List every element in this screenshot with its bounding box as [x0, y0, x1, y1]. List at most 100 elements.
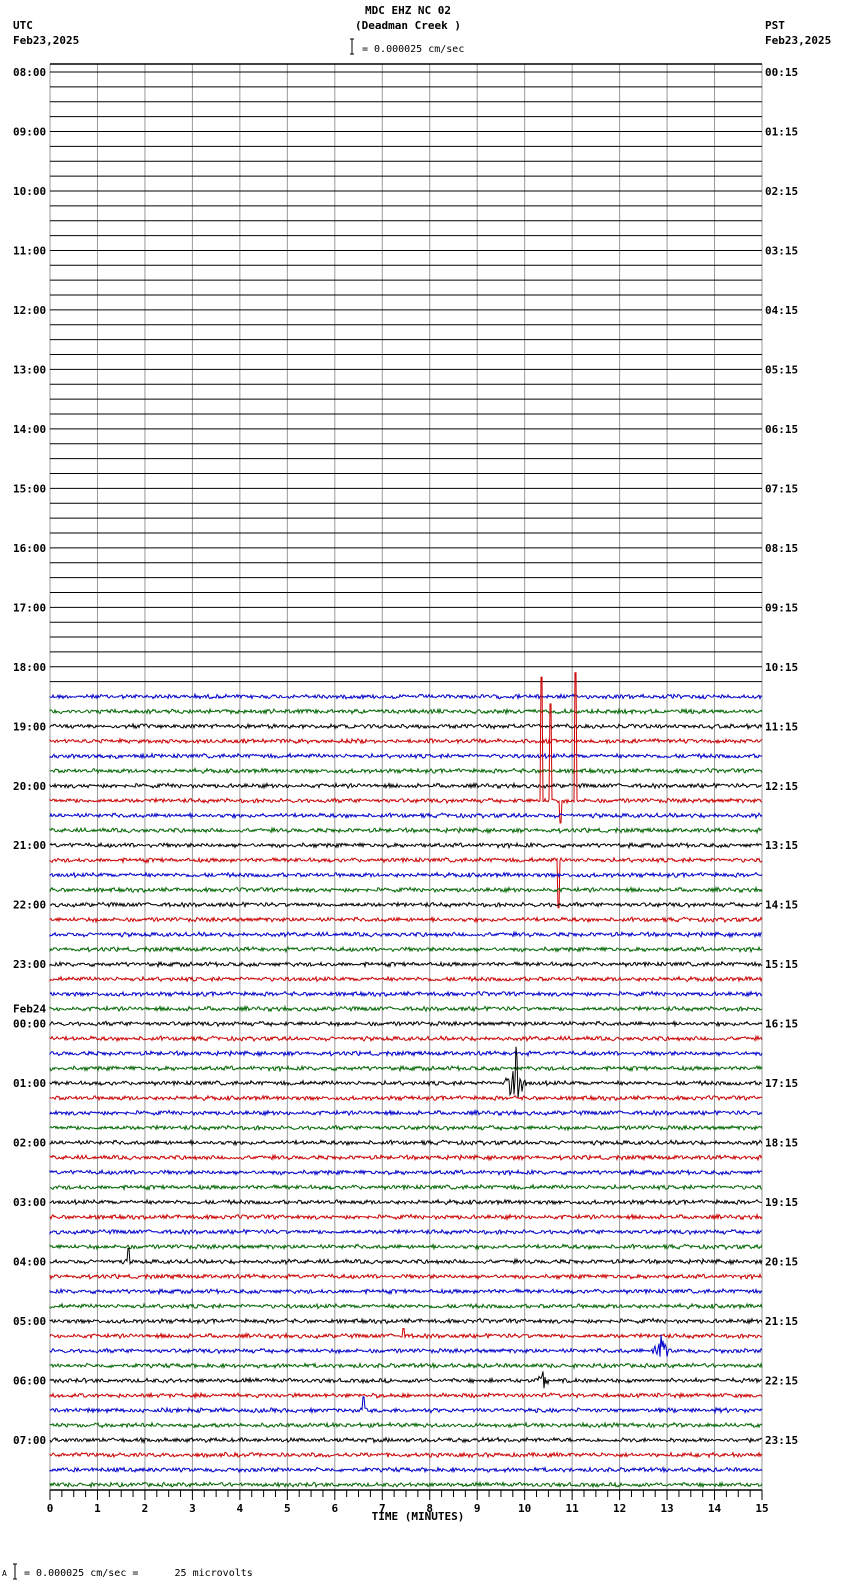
seismic-trace — [49, 781, 763, 790]
time-grid — [49, 63, 763, 1493]
x-tick-label: 13 — [660, 1502, 673, 1515]
pst-hour-label: 09:15 — [765, 601, 798, 614]
utc-hour-label: 03:00 — [13, 1196, 46, 1209]
seismic-trace — [49, 930, 763, 939]
pst-hour-label: 12:15 — [765, 780, 798, 793]
seismic-trace — [49, 826, 763, 835]
seismic-trace — [49, 1108, 763, 1117]
utc-hour-label: 09:00 — [13, 125, 46, 138]
seismic-trace — [49, 1480, 763, 1489]
scale-bar-icon — [350, 38, 354, 55]
footer-scale-bar-icon — [13, 1563, 17, 1580]
right-timezone: PST — [765, 19, 785, 32]
seismic-trace — [49, 1391, 763, 1400]
pst-hour-label: 19:15 — [765, 1196, 798, 1209]
seismic-trace — [49, 1272, 763, 1281]
helicorder-plot: MDC EHZ NC 02 (Deadman Creek ) UTC Feb23… — [2, 4, 831, 1580]
seismic-trace — [49, 1451, 763, 1459]
seismic-trace — [49, 1317, 763, 1326]
seismic-trace — [49, 766, 763, 775]
x-tick-label: 4 — [237, 1502, 244, 1515]
seismic-trace — [49, 1465, 763, 1474]
seismic-trace — [49, 871, 763, 879]
seismic-trace — [49, 1004, 763, 1013]
utc-hour-label: 01:00 — [13, 1077, 46, 1090]
station-title: MDC EHZ NC 02 — [365, 4, 451, 17]
scale-text: = 0.000025 cm/sec — [362, 44, 464, 55]
x-tick-label: 5 — [284, 1502, 291, 1515]
utc-hour-label: 07:00 — [13, 1434, 46, 1447]
seismic-traces — [49, 71, 763, 1489]
seismic-trace — [49, 1371, 763, 1389]
station-name: (Deadman Creek ) — [355, 19, 461, 32]
x-tick-label: 6 — [331, 1502, 338, 1515]
x-tick-label: 10 — [518, 1502, 531, 1515]
seismic-trace — [49, 1049, 763, 1058]
utc-hour-label: 18:00 — [13, 661, 46, 674]
utc-hour-label: 15:00 — [13, 482, 46, 495]
seismic-trace — [49, 1328, 763, 1340]
utc-hour-label: 20:00 — [13, 780, 46, 793]
right-date: Feb23,2025 — [765, 34, 831, 47]
seismic-trace — [49, 1421, 763, 1429]
seismic-trace — [49, 885, 763, 894]
pst-hour-label: 02:15 — [765, 185, 798, 198]
seismic-trace — [49, 901, 763, 909]
date-change-label: Feb24 — [13, 1003, 46, 1016]
seismic-trace — [49, 841, 763, 850]
utc-hour-label: 08:00 — [13, 66, 46, 79]
pst-hour-label: 11:15 — [765, 720, 798, 733]
seismic-trace — [49, 1436, 763, 1445]
pst-hour-label: 01:15 — [765, 125, 798, 138]
seismic-trace — [49, 1046, 763, 1099]
pst-hour-label: 22:15 — [765, 1375, 798, 1388]
utc-hour-label: 02:00 — [13, 1137, 46, 1150]
x-tick-label: 12 — [613, 1502, 626, 1515]
x-tick-label: 14 — [708, 1502, 722, 1515]
utc-hour-label: 14:00 — [13, 423, 46, 436]
utc-hour-label: 06:00 — [13, 1375, 46, 1388]
utc-hour-label: 16:00 — [13, 542, 46, 555]
pst-hour-label: 23:15 — [765, 1434, 798, 1447]
seismic-trace — [49, 1212, 763, 1221]
footer-scale-text: = 0.000025 cm/sec = 25 microvolts — [24, 1568, 253, 1579]
pst-hour-label: 15:15 — [765, 958, 798, 971]
seismic-trace — [49, 1153, 763, 1162]
seismic-trace — [49, 692, 763, 701]
left-timezone: UTC — [13, 19, 33, 32]
left-date: Feb23,2025 — [13, 34, 79, 47]
x-tick-label: 15 — [755, 1502, 768, 1515]
x-tick-label: 0 — [47, 1502, 54, 1515]
seismic-trace — [49, 1064, 763, 1073]
pst-hour-label: 00:15 — [765, 66, 798, 79]
seismic-trace — [49, 1168, 763, 1177]
pst-hour-label: 14:15 — [765, 899, 798, 912]
pst-hour-label: 18:15 — [765, 1137, 798, 1150]
utc-hour-label: 00:00 — [13, 1018, 46, 1031]
seismic-trace — [49, 1228, 763, 1236]
utc-hour-label: 13:00 — [13, 363, 46, 376]
seismic-trace — [49, 722, 763, 731]
utc-hour-label: 21:00 — [13, 839, 46, 852]
seismic-trace — [49, 1198, 763, 1206]
pst-hour-label: 05:15 — [765, 363, 798, 376]
seismic-trace — [49, 945, 763, 954]
seismic-trace — [49, 1019, 763, 1028]
x-tick-label: 3 — [189, 1502, 196, 1515]
pst-hour-label: 04:15 — [765, 304, 798, 317]
utc-hour-label: 05:00 — [13, 1315, 46, 1328]
seismic-trace — [49, 1034, 763, 1043]
pst-hour-label: 17:15 — [765, 1077, 798, 1090]
seismic-trace — [49, 1247, 763, 1266]
pst-hour-label: 06:15 — [765, 423, 798, 436]
utc-hour-label: 10:00 — [13, 185, 46, 198]
seismic-trace — [49, 1334, 763, 1357]
pst-hour-label: 03:15 — [765, 244, 798, 257]
utc-hour-label: 22:00 — [13, 899, 46, 912]
seismic-trace — [49, 856, 763, 909]
seismic-trace — [49, 1287, 763, 1296]
seismic-trace — [49, 707, 763, 716]
x-tick-label: 1 — [94, 1502, 101, 1515]
utc-hour-label: 23:00 — [13, 958, 46, 971]
footer-prefix: A — [2, 1569, 7, 1578]
